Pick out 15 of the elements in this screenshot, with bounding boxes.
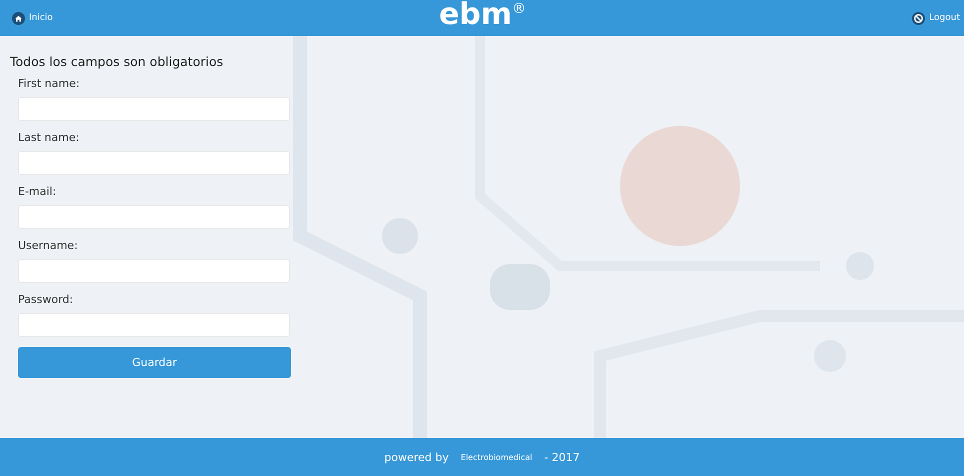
field-label: First name:: [18, 77, 81, 90]
blocked-icon: [912, 12, 926, 24]
home-link[interactable]: Inicio: [12, 12, 53, 24]
powered-by-text: powered by: [384, 450, 449, 464]
field-label: Username:: [18, 239, 79, 252]
footer-year: - 2017: [544, 450, 580, 464]
form-notice: Todos los campos son obligatorios: [10, 54, 224, 69]
home-icon: [12, 12, 25, 24]
field-label: Password:: [18, 293, 74, 306]
field-label: Last name:: [18, 131, 80, 144]
field-label: E-mail:: [18, 185, 58, 198]
logout-link[interactable]: Logout: [912, 12, 960, 24]
logo: ebm$^{®}$: [438, 0, 526, 30]
save-button[interactable]: Guardar: [18, 347, 291, 378]
company-name: Electrobiomedical: [460, 452, 532, 462]
